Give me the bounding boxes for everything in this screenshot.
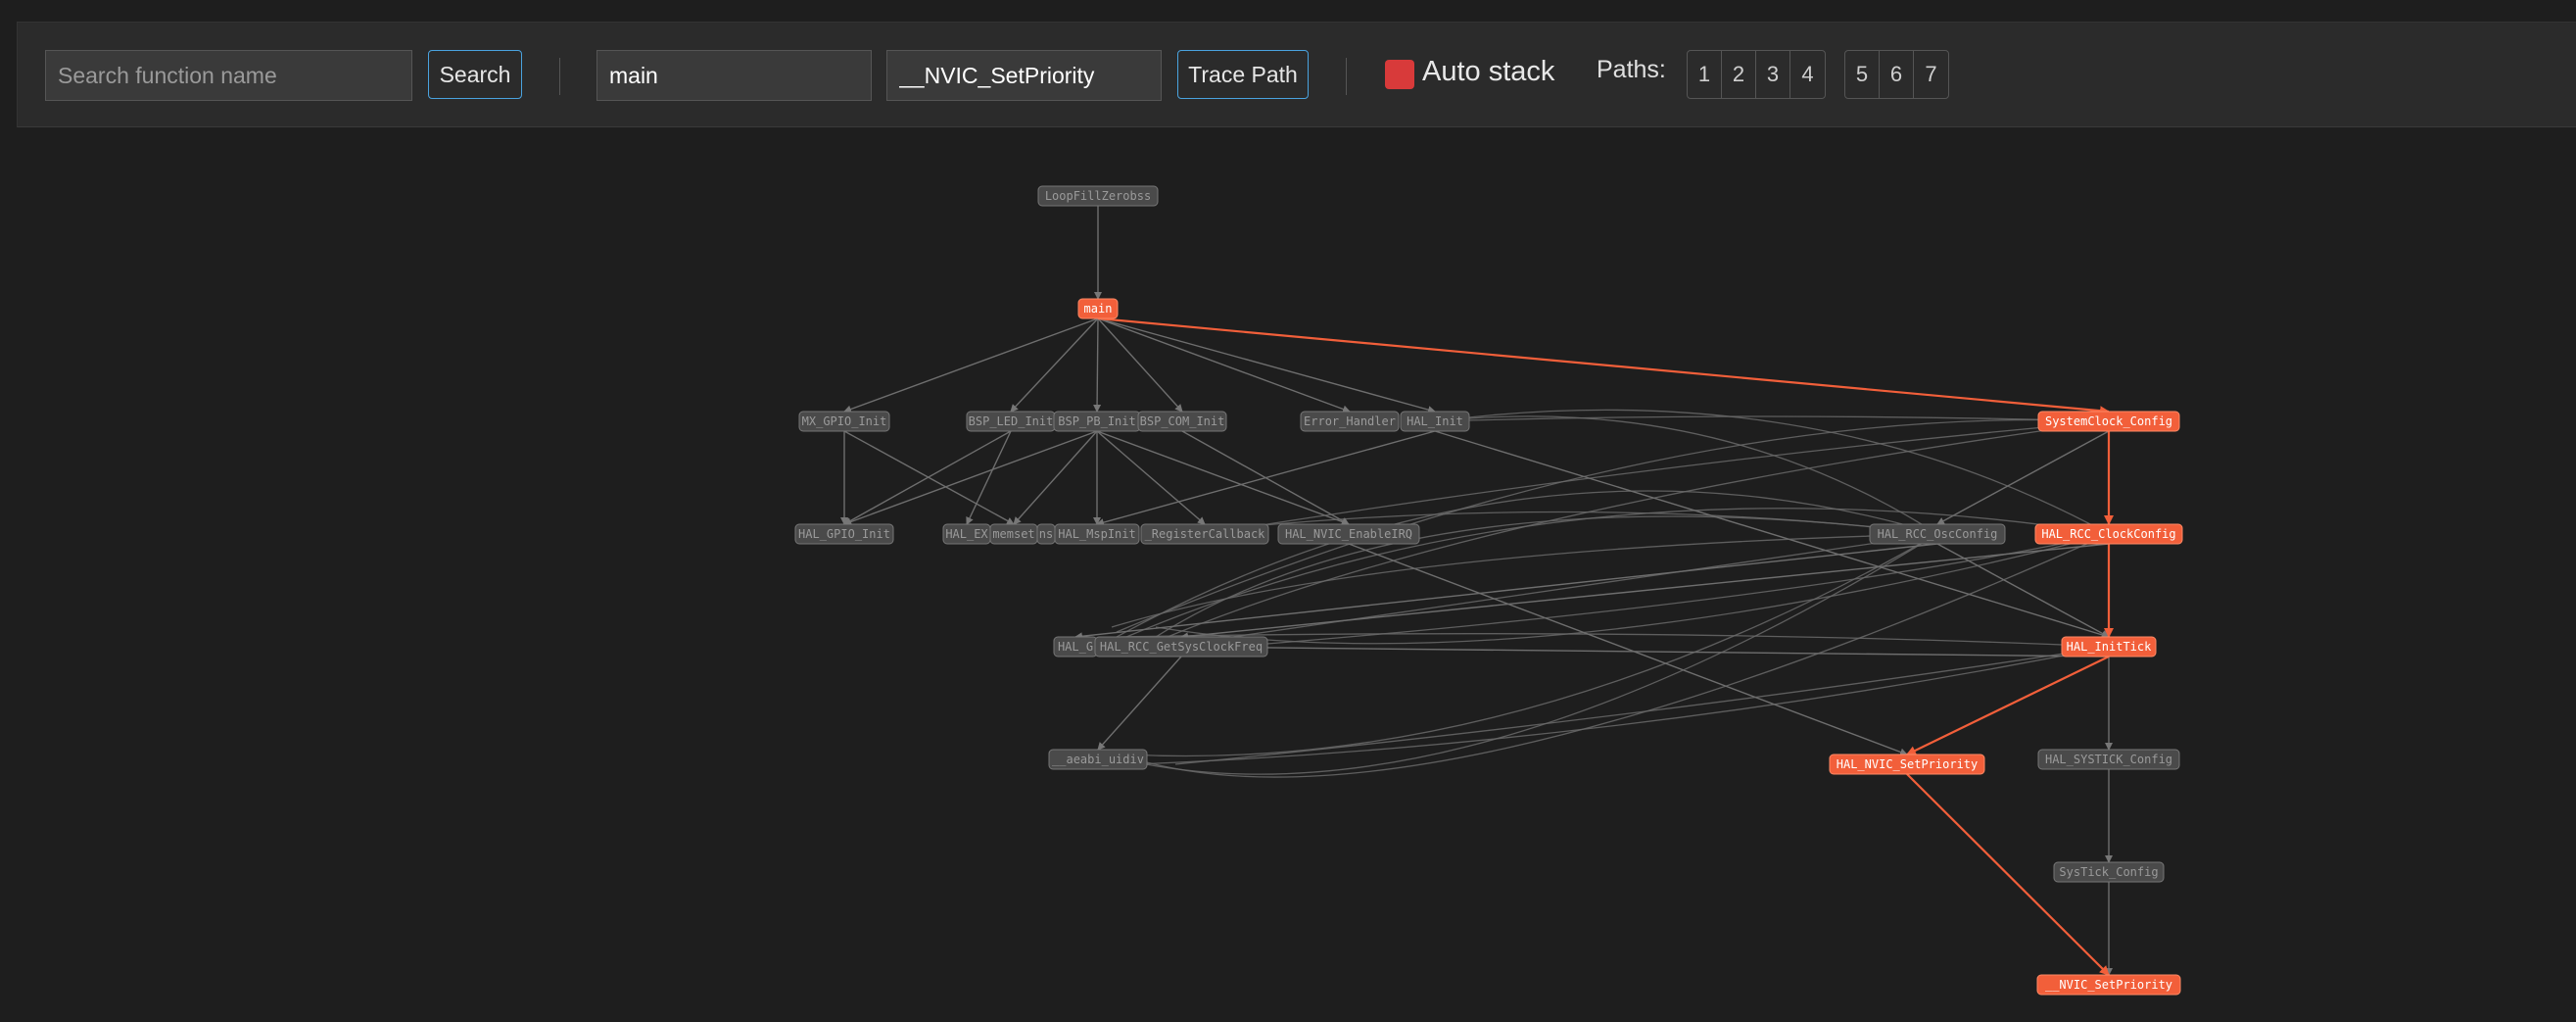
graph-edge-BSP_PB_Init-memset: [1013, 430, 1098, 525]
graph-node-RegisterCallback[interactable]: _RegisterCallback: [1140, 523, 1269, 545]
graph-node-BSP_PB_Init[interactable]: BSP_PB_Init: [1053, 411, 1141, 432]
graph-edge-curve: [1111, 533, 1938, 628]
graph-node-Error_Handler[interactable]: Error_Handler: [1300, 411, 1400, 432]
graph-node-HAL_RCC_ClockConfig[interactable]: HAL_RCC_ClockConfig: [2034, 523, 2183, 545]
graph-node-label: HAL_RCC_GetSysClockFreq: [1100, 640, 1263, 654]
graph-node-label: HAL_G: [1058, 640, 1093, 654]
graph-node-label: HAL_RCC_OscConfig: [1878, 527, 1998, 541]
graph-edge-curve: [1174, 646, 2110, 765]
graph-node-label: __aeabi_uidiv: [1052, 753, 1144, 766]
graph-edge-curve: [1165, 533, 1938, 648]
graph-node-HAL_RCC_OscConfig[interactable]: HAL_RCC_OscConfig: [1869, 523, 2006, 545]
graph-node-label: HAL_InitTick: [2067, 640, 2152, 654]
graph-node-label: LoopFillZerobss: [1045, 189, 1151, 203]
graph-edge-main-MX_GPIO_Init: [843, 317, 1099, 414]
graph-edge-BSP_PB_Init-RegisterCallback: [1096, 430, 1206, 525]
graph-node-label: SysTick_Config: [2059, 865, 2158, 879]
graph-node-HAL_G[interactable]: HAL_G: [1053, 636, 1098, 657]
graph-node-HAL_InitTick[interactable]: HAL_InitTick: [2061, 636, 2157, 657]
graph-node-label: ns: [1039, 527, 1053, 541]
graph-node-label: BSP_COM_Init: [1140, 414, 1225, 428]
graph-node-HAL_MspInit[interactable]: HAL_MspInit: [1054, 523, 1140, 545]
graph-node-label: MX_GPIO_Init: [802, 414, 887, 428]
graph-node-label: HAL_GPIO_Init: [798, 527, 890, 541]
graph-edge-BSP_PB_Init-HAL_GPIO_Init: [843, 430, 1098, 526]
graph-node-LoopFillZerobss[interactable]: LoopFillZerobss: [1037, 185, 1159, 207]
graph-edge-HAL_Init-HAL_MspInit: [1096, 430, 1436, 526]
graph-node-HAL_GPIO_Init[interactable]: HAL_GPIO_Init: [794, 523, 894, 545]
graph-node-label: HAL_Init: [1407, 414, 1463, 428]
graph-node-SysTick_Config[interactable]: SysTick_Config: [2053, 861, 2165, 883]
graph-node-HAL_NVIC_SetPriority[interactable]: HAL_NVIC_SetPriority: [1829, 754, 1985, 775]
graph-edge-BSP_PB_Init-HAL_NVIC_EnableIRQ: [1096, 430, 1350, 526]
graph-edge-main-BSP_LED_Init: [1010, 317, 1099, 413]
graph-edge-HAL_RCC_ClockConfig-HAL_RCC_GetSysClockFreq: [1180, 543, 2110, 641]
graph-node-label: HAL_NVIC_EnableIRQ: [1285, 527, 1412, 541]
call-graph: LoopFillZerobss main MX_GPIO_Init BSP_LED_I…: [794, 185, 2183, 996]
graph-edge-curve: [1116, 490, 1938, 638]
graph-node-HAL_Init[interactable]: HAL_Init: [1400, 411, 1470, 432]
graph-edge-curve: [1434, 409, 2110, 535]
graph-edge-curve: [1135, 646, 2110, 765]
graph-node-HAL_EXTI[interactable]: HAL_EX: [942, 523, 991, 545]
graph-node-label: HAL_NVIC_SetPriority: [1837, 757, 1979, 771]
graph-edge-HAL_RCC_OscConfig-HAL_G: [1074, 543, 1938, 641]
graph-edge-main-SystemClock_Config: [1097, 316, 2110, 416]
graph-edge-HAL_Init-HAL_InitTick: [1434, 430, 2110, 639]
graph-node-hidden_a[interactable]: ns: [1036, 523, 1056, 545]
graph-node-aeabi_uidiv[interactable]: __aeabi_uidiv: [1048, 749, 1148, 770]
graph-node-label: BSP_PB_Init: [1058, 414, 1135, 428]
graph-node-HAL_RCC_GetSysClockFreq[interactable]: HAL_RCC_GetSysClockFreq: [1094, 636, 1268, 657]
graph-edge-main-Error_Handler: [1097, 317, 1351, 414]
graph-node-label: HAL_MspInit: [1058, 527, 1135, 541]
graph-node-label: main: [1084, 302, 1113, 316]
graph-node-label: memset: [992, 527, 1034, 541]
graph-node-label: Error_Handler: [1304, 414, 1396, 428]
graph-node-label: HAL_EX: [945, 527, 988, 541]
graph-node-HAL_SYSTICK_Config[interactable]: HAL_SYSTICK_Config: [2037, 749, 2180, 770]
graph-node-main[interactable]: main: [1077, 298, 1119, 319]
graph-node-label: _RegisterCallback: [1145, 527, 1266, 541]
graph-node-BSP_LED_Init[interactable]: BSP_LED_Init: [966, 411, 1056, 432]
graph-edge-SystemClock_Config-HAL_RCC_OscConfig: [1936, 430, 2110, 525]
graph-edge-main-BSP_COM_Init: [1097, 317, 1183, 413]
graph-edge-HAL_RCC_GetSysClockFreq-aeabi_uidiv: [1097, 656, 1182, 751]
graph-node-label: HAL_SYSTICK_Config: [2045, 753, 2172, 766]
graph-edge-main-HAL_Init: [1097, 317, 1436, 414]
graph-node-label: __NVIC_SetPriority: [2045, 978, 2172, 992]
graph-node-MX_GPIO_Init[interactable]: MX_GPIO_Init: [798, 411, 890, 432]
graph-node-label: SystemClock_Config: [2045, 414, 2172, 428]
graph-node-label: BSP_LED_Init: [969, 414, 1054, 428]
graph-node-NVIC_SetPriority[interactable]: __NVIC_SetPriority: [2036, 974, 2181, 996]
graph-node-label: HAL_RCC_ClockConfig: [2041, 527, 2175, 541]
graph-node-memset[interactable]: memset: [989, 523, 1038, 545]
graph-node-SystemClock_Config[interactable]: SystemClock_Config: [2037, 411, 2180, 432]
graph-edge-main-BSP_PB_Init: [1093, 317, 1102, 413]
graph-edge-HAL_RCC_OscConfig-HAL_InitTick: [1936, 543, 2110, 638]
graph-edge-HAL_InitTick-HAL_NVIC_SetPriority: [1906, 656, 2110, 755]
graph-node-HAL_NVIC_EnableIRQ[interactable]: HAL_NVIC_EnableIRQ: [1277, 523, 1420, 545]
graph-node-BSP_COM_Init[interactable]: BSP_COM_Init: [1137, 411, 1227, 432]
